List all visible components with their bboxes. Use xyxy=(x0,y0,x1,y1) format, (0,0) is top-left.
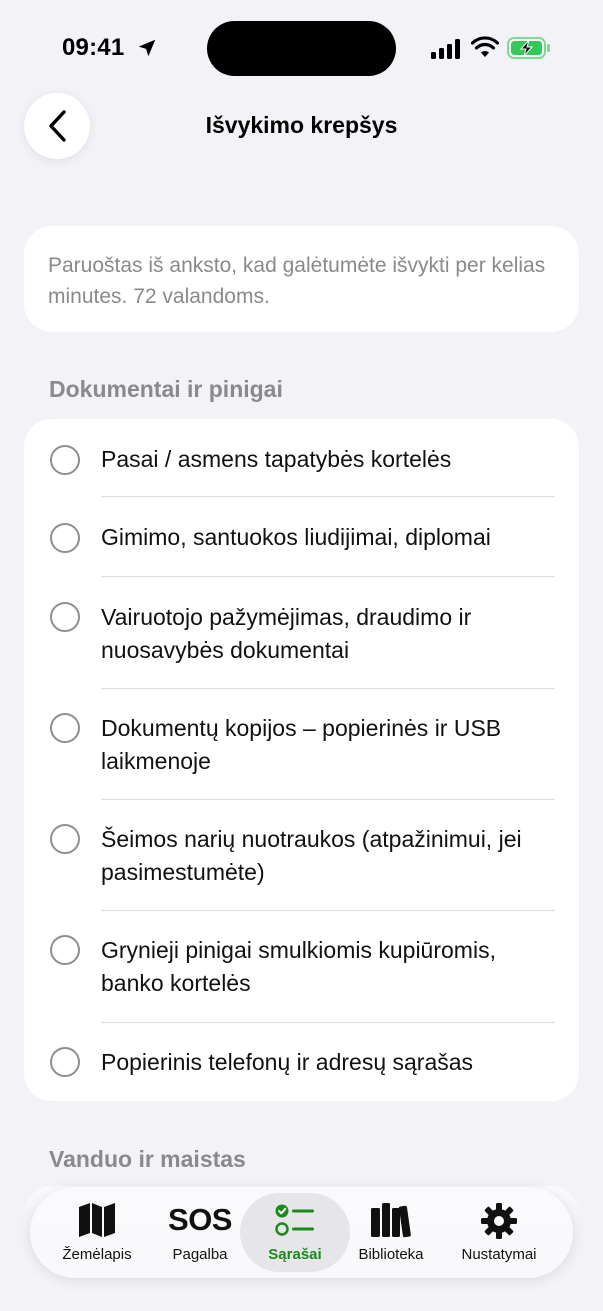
page-title: Išvykimo krepšys xyxy=(205,112,398,138)
checklist-item[interactable]: Grynieji pinigai smulkiomis kupiūromis, … xyxy=(24,911,579,1022)
status-time: 09:41 xyxy=(62,34,125,61)
sos-icon: SOS xyxy=(168,1202,232,1237)
intro-card: Paruoštas iš anksto, kad galėtumėte išvy… xyxy=(24,226,579,332)
tab-label: Žemėlapis xyxy=(62,1246,132,1263)
checklist-item-label: Popierinis telefonų ir adresų sąrašas xyxy=(101,1049,474,1075)
checkbox-circle-icon[interactable] xyxy=(50,824,80,854)
tab-label: Nustatymai xyxy=(461,1246,537,1263)
tab-label: Pagalba xyxy=(172,1246,228,1263)
tab-map[interactable]: Žemėlapis xyxy=(42,1187,152,1278)
checkbox-circle-icon[interactable] xyxy=(50,602,80,632)
intro-text: Paruoštas iš anksto, kad galėtumėte išvy… xyxy=(48,254,546,308)
checklist-item-label: Grynieji pinigai smulkiomis kupiūromis, … xyxy=(101,937,496,996)
checklist-item-label: Šeimos narių nuotraukos (atpažinimui, je… xyxy=(101,826,522,885)
location-arrow-icon xyxy=(138,39,156,57)
checklist-item[interactable]: Pasai / asmens tapatybės kortelės xyxy=(24,419,579,496)
checklist-item-label: Pasai / asmens tapatybės kortelės xyxy=(101,446,452,472)
gear-icon xyxy=(481,1203,517,1239)
checkbox-circle-icon[interactable] xyxy=(50,713,80,743)
tab-help[interactable]: SOS Pagalba xyxy=(146,1187,254,1278)
books-icon xyxy=(371,1203,411,1238)
checklist-item[interactable]: Vairuotojo pažymėjimas, draudimo ir nuos… xyxy=(24,577,579,688)
tab-lists[interactable]: Sąrašai xyxy=(240,1187,350,1278)
checklist-card-documents: Pasai / asmens tapatybės kortelės Gimimo… xyxy=(24,419,579,1101)
status-bar: 09:41 xyxy=(0,0,603,96)
dynamic-island xyxy=(207,21,396,76)
wifi-icon xyxy=(471,36,499,57)
section-label-water-food: Vanduo ir maistas xyxy=(49,1146,246,1172)
checklist-item-label: Gimimo, santuokos liudijimai, diplomai xyxy=(101,524,491,550)
checklist-item-label: Dokumentų kopijos – popierinės ir USB la… xyxy=(101,715,502,774)
screen: 09:41 Išvykimo krepšys Paruoštas iš anks… xyxy=(0,0,603,1311)
checkbox-circle-icon[interactable] xyxy=(50,445,80,475)
checklist-item[interactable]: Dokumentų kopijos – popierinės ir USB la… xyxy=(24,689,579,799)
checkbox-circle-icon[interactable] xyxy=(50,523,80,553)
tab-bar: Žemėlapis SOS Pagalba Sąrašai Biblioteka… xyxy=(30,1187,573,1278)
checklist-item[interactable]: Gimimo, santuokos liudijimai, diplomai xyxy=(24,497,579,576)
checklist-icon xyxy=(275,1204,314,1236)
cellular-signal-icon xyxy=(431,39,460,59)
battery-charging-icon xyxy=(507,37,550,59)
tab-label: Biblioteka xyxy=(358,1246,424,1263)
tab-label: Sąrašai xyxy=(268,1246,322,1263)
checklist-item[interactable]: Šeimos narių nuotraukos (atpažinimui, je… xyxy=(24,800,579,910)
checklist-item-label: Vairuotojo pažymėjimas, draudimo ir nuos… xyxy=(101,604,472,663)
map-icon xyxy=(79,1203,115,1237)
tab-library[interactable]: Biblioteka xyxy=(336,1187,446,1278)
checkbox-circle-icon[interactable] xyxy=(50,1047,80,1077)
checklist-item[interactable]: Popierinis telefonų ir adresų sąrašas xyxy=(24,1023,579,1101)
tab-settings[interactable]: Nustatymai xyxy=(444,1187,554,1278)
checkbox-circle-icon[interactable] xyxy=(50,935,80,965)
section-label-documents: Dokumentai ir pinigai xyxy=(49,376,283,402)
